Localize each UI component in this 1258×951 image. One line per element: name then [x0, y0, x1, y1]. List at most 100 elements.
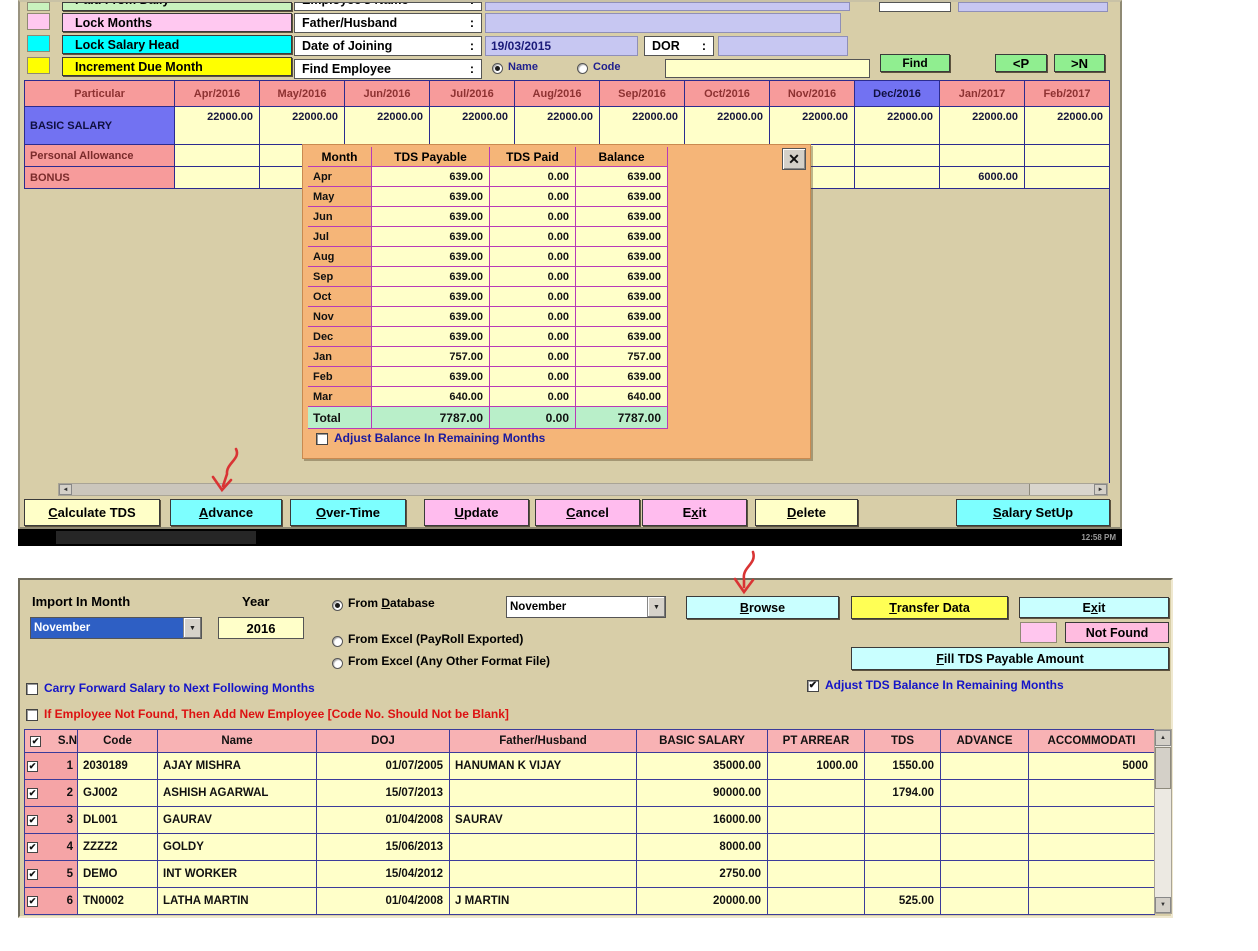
salary-cell[interactable]	[1025, 145, 1110, 167]
scroll-up-icon[interactable]: ▲	[1155, 730, 1171, 746]
chevron-down-icon[interactable]: ▼	[183, 618, 201, 638]
salary-row-header-bonus[interactable]: BONUS	[25, 167, 175, 189]
scroll-left-icon[interactable]: ◄	[59, 484, 72, 495]
father-husband-field[interactable]	[485, 13, 841, 33]
add-new-employee-checkbox[interactable]	[26, 709, 38, 721]
over-time-button[interactable]: Over-Time	[290, 499, 406, 526]
left-button-lock-salary-head[interactable]: Lock Salary Head	[62, 35, 292, 54]
scrollbar-thumb[interactable]	[1155, 747, 1171, 789]
adjust-tds-balance-checkbox[interactable]: ✔	[807, 680, 819, 692]
fill-tds-payable-button[interactable]: Fill TDS Payable Amount	[851, 647, 1169, 670]
tds-value-cell: 757.00	[372, 347, 490, 367]
tds-value-cell: 639.00	[576, 167, 668, 187]
clock: 12:58 PM	[1081, 533, 1116, 542]
tds-value-cell: 0.00	[490, 387, 576, 407]
delete-button[interactable]: Delete	[755, 499, 858, 526]
salary-col-header-jul-2016: Jul/2016	[430, 81, 515, 107]
previous-record-button[interactable]: <P	[995, 54, 1047, 72]
source-radio-from-database[interactable]	[332, 600, 343, 611]
chevron-down-icon[interactable]: ▼	[647, 597, 665, 617]
transfer-data-button[interactable]: Transfer Data	[851, 596, 1008, 619]
next-record-button[interactable]: >N	[1054, 54, 1105, 72]
find-by-name-radio[interactable]	[492, 63, 503, 74]
select-all-checkbox[interactable]: ✔	[30, 736, 41, 747]
tds-value-cell: 639.00	[372, 167, 490, 187]
salary-cell[interactable]: 22000.00	[430, 107, 515, 145]
salary-cell[interactable]	[175, 145, 260, 167]
adjust-balance-checkbox-label: Adjust Balance In Remaining Months	[334, 431, 545, 445]
salary-col-header-nov-2016: Nov/2016	[770, 81, 855, 107]
tds-value-cell: 639.00	[576, 207, 668, 227]
source-radio-from-excel-payroll-exported[interactable]	[332, 636, 343, 647]
left-button-lock-months[interactable]: Lock Months	[62, 13, 292, 32]
cancel-button[interactable]: Cancel	[535, 499, 640, 526]
salary-cell[interactable]	[855, 167, 940, 189]
employee-cell-name: GOLDY	[158, 834, 317, 861]
salary-col-header-oct-2016: Oct/2016	[685, 81, 770, 107]
year-field[interactable]: 2016	[218, 617, 304, 639]
taskbar[interactable]: 12:58 PM	[18, 529, 1122, 546]
database-month-combobox[interactable]: November ▼	[506, 596, 666, 618]
salary-cell[interactable]: 22000.00	[855, 107, 940, 145]
top-right-field[interactable]	[958, 2, 1108, 12]
salary-cell[interactable]: 6000.00	[940, 167, 1025, 189]
row-checkbox[interactable]: ✔	[27, 761, 38, 772]
salary-cell[interactable]: 22000.00	[940, 107, 1025, 145]
find-button[interactable]: Find	[880, 54, 950, 72]
left-button-paid-from-daily[interactable]: Paid From Daily	[62, 2, 292, 11]
close-icon[interactable]: ✕	[782, 148, 806, 170]
row-checkbox[interactable]: ✔	[27, 869, 38, 880]
row-checkbox[interactable]: ✔	[27, 896, 38, 907]
salary-cell[interactable]: 22000.00	[770, 107, 855, 145]
employee-code-box[interactable]	[879, 2, 951, 12]
vertical-scrollbar[interactable]: ▲ ▼	[1154, 729, 1172, 914]
update-button[interactable]: Update	[424, 499, 529, 526]
salary-cell[interactable]: 22000.00	[1025, 107, 1110, 145]
advance-button[interactable]: Advance	[170, 499, 282, 526]
find-by-code-radio[interactable]	[577, 63, 588, 74]
left-button-increment-due-month[interactable]: Increment Due Month	[62, 57, 292, 76]
import-month-combobox[interactable]: November ▼	[30, 617, 202, 639]
tds-row: Feb639.000.00639.00	[308, 367, 668, 387]
salary-cell[interactable]	[855, 145, 940, 167]
date-of-joining-field[interactable]: 19/03/2015	[485, 36, 638, 56]
salary-cell[interactable]: 22000.00	[175, 107, 260, 145]
calculate-tds-button[interactable]: Calculate TDS	[24, 499, 160, 526]
scroll-down-icon[interactable]: ▼	[1155, 897, 1171, 913]
import-month-value: November	[31, 618, 183, 638]
salary-cell[interactable]: 22000.00	[600, 107, 685, 145]
employee-cell-tds	[865, 834, 941, 861]
find-employee-input[interactable]	[665, 59, 870, 78]
tds-row: Nov639.000.00639.00	[308, 307, 668, 327]
exit-button[interactable]: Exit	[1019, 597, 1169, 618]
tds-value-cell: 639.00	[576, 247, 668, 267]
scroll-right-icon[interactable]: ►	[1094, 484, 1107, 495]
salary-cell[interactable]: 22000.00	[515, 107, 600, 145]
employee-name-field[interactable]	[485, 2, 850, 11]
employee-cell-advance	[941, 807, 1029, 834]
browse-button[interactable]: Browse	[686, 596, 839, 619]
salary-row-header-basic-salary[interactable]: BASIC SALARY	[25, 107, 175, 145]
salary-setup-button[interactable]: Salary SetUp	[956, 499, 1110, 526]
row-checkbox[interactable]: ✔	[27, 788, 38, 799]
salary-cell[interactable]: 22000.00	[345, 107, 430, 145]
row-checkbox[interactable]: ✔	[27, 815, 38, 826]
salary-row-header-personal-allowance[interactable]: Personal Allowance	[25, 145, 175, 167]
employee-cell-basic: 8000.00	[637, 834, 768, 861]
taskbar-item[interactable]	[56, 531, 256, 544]
row-checkbox[interactable]: ✔	[27, 842, 38, 853]
dor-label: DOR:	[644, 36, 714, 56]
scrollbar-thumb[interactable]	[72, 484, 1030, 495]
dor-field[interactable]	[718, 36, 848, 56]
horizontal-scrollbar[interactable]: ◄ ►	[58, 483, 1108, 496]
salary-cell[interactable]: 22000.00	[260, 107, 345, 145]
carry-forward-checkbox[interactable]	[26, 683, 38, 695]
tds-value-cell: 0.00	[490, 407, 576, 429]
adjust-balance-checkbox[interactable]	[316, 433, 328, 445]
salary-cell[interactable]	[1025, 167, 1110, 189]
salary-cell[interactable]: 22000.00	[685, 107, 770, 145]
source-radio-from-excel-any-other-format-file[interactable]	[332, 658, 343, 669]
exit-button[interactable]: Exit	[642, 499, 747, 526]
salary-cell[interactable]	[940, 145, 1025, 167]
salary-cell[interactable]	[175, 167, 260, 189]
